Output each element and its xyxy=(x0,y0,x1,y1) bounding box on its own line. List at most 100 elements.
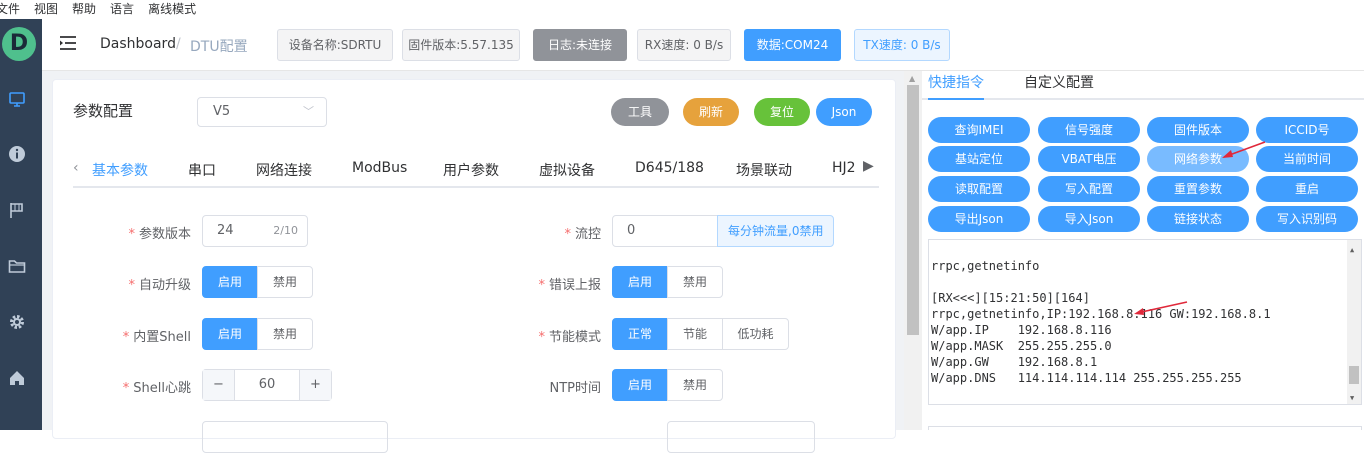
cmd-query-imei[interactable]: 查询IMEI xyxy=(928,117,1030,143)
tools-button[interactable]: 工具 xyxy=(611,98,669,126)
right-panel: 快捷指令 自定义配置 查询IMEI 信号强度 固件版本 ICCID号 基站定位 … xyxy=(922,71,1364,430)
reset-button[interactable]: 复位 xyxy=(754,98,810,126)
tab-serial[interactable]: 串口 xyxy=(188,160,216,180)
home-icon[interactable] xyxy=(8,369,26,387)
scrollbar-thumb[interactable] xyxy=(907,85,919,335)
next-field-input[interactable] xyxy=(202,421,388,453)
tab-basic-params[interactable]: 基本参数 xyxy=(92,160,148,180)
char-count: 2/10 xyxy=(273,224,298,237)
builtin-shell-toggle: 启用 禁用 xyxy=(202,318,313,350)
device-name-badge[interactable]: 设备名称:SDRTU xyxy=(277,29,393,61)
cmd-vbat[interactable]: VBAT电压 xyxy=(1038,146,1140,172)
console-scrollbar[interactable]: ▲ ▼ xyxy=(1347,240,1361,404)
version-select[interactable]: V5 ﹀ xyxy=(197,97,327,127)
console-scroll-thumb[interactable] xyxy=(1349,366,1359,384)
power-mode-toggle: 正常 节能 低功耗 xyxy=(612,318,789,350)
console-line: W/app.IP 192.168.8.116 xyxy=(931,323,1112,337)
ntp-time-enable[interactable]: 启用 xyxy=(612,369,668,401)
menu-language[interactable]: 语言 xyxy=(110,0,134,19)
flow-control-input[interactable]: 0 xyxy=(612,215,718,247)
tab-quick-commands[interactable]: 快捷指令 xyxy=(928,72,984,92)
cmd-network-params[interactable]: 网络参数 xyxy=(1147,146,1249,172)
console-line: [RX<<<][15:21:50][164] xyxy=(931,291,1090,305)
folder-icon[interactable] xyxy=(8,257,26,275)
tab-network[interactable]: 网络连接 xyxy=(256,160,312,180)
auto-upgrade-toggle: 启用 禁用 xyxy=(202,266,313,298)
error-report-enable[interactable]: 启用 xyxy=(612,266,668,298)
menu-bar: 文件 视图 帮助 语言 离线模式 xyxy=(0,0,1364,19)
tab-scene-link[interactable]: 场景联动 xyxy=(736,160,792,180)
auto-upgrade-disable[interactable]: 禁用 xyxy=(257,266,313,298)
tab-custom-config[interactable]: 自定义配置 xyxy=(1024,72,1094,92)
menu-offline-mode[interactable]: 离线模式 xyxy=(148,0,196,19)
scroll-up-icon[interactable]: ▲ xyxy=(909,74,915,83)
cmd-read-config[interactable]: 读取配置 xyxy=(928,176,1030,202)
cmd-write-id[interactable]: 写入识别码 xyxy=(1256,206,1358,232)
tab-user-params[interactable]: 用户参数 xyxy=(443,160,499,180)
main-panel: 参数配置 V5 ﹀ 工具 刷新 复位 Json ‹ 基本参数 串口 网络连接 M… xyxy=(42,71,904,453)
tab-d645[interactable]: D645/188 xyxy=(635,160,704,176)
tab-virtual-device[interactable]: 虚拟设备 xyxy=(539,160,595,180)
cmd-signal-strength[interactable]: 信号强度 xyxy=(1038,117,1140,143)
param-version-input[interactable]: 24 2/10 xyxy=(202,215,308,247)
next-field-input-2[interactable] xyxy=(667,421,815,453)
chevron-left-icon[interactable]: ‹ xyxy=(73,160,79,176)
cmd-reset-params[interactable]: 重置参数 xyxy=(1147,176,1249,202)
console-output[interactable]: rrpc,getnetinfo [RX<<<][15:21:50][164] rrp… xyxy=(928,239,1362,405)
cmd-link-status[interactable]: 链接状态 xyxy=(1147,206,1249,232)
next-input-box[interactable] xyxy=(928,426,1362,430)
firmware-version-badge[interactable]: 固件版本:5.57.135 xyxy=(402,29,520,61)
console-line: W/app.DNS 114.114.114.114 255.255.255.25… xyxy=(931,371,1242,385)
stepper-plus-button[interactable]: + xyxy=(299,370,331,400)
cmd-cell-location[interactable]: 基站定位 xyxy=(928,146,1030,172)
hamburger-icon[interactable] xyxy=(60,36,76,50)
chevron-down-icon: ﹀ xyxy=(303,105,314,118)
param-version-label: * 参数版本 xyxy=(128,227,191,242)
shell-heartbeat-stepper: − 60 + xyxy=(202,369,332,401)
ntp-time-disable[interactable]: 禁用 xyxy=(667,369,723,401)
refresh-button[interactable]: 刷新 xyxy=(683,98,739,126)
console-line: rrpc,getnetinfo,IP:192.168.8.116 GW:192.… xyxy=(931,307,1271,321)
builtin-shell-disable[interactable]: 禁用 xyxy=(257,318,313,350)
auto-upgrade-enable[interactable]: 启用 xyxy=(202,266,258,298)
builtin-shell-enable[interactable]: 启用 xyxy=(202,318,258,350)
tabs-divider xyxy=(922,98,1364,100)
chevron-right-icon[interactable]: ▶ xyxy=(863,158,874,174)
monitor-icon[interactable] xyxy=(8,90,26,108)
param-tabs: ‹ 基本参数 串口 网络连接 ModBus 用户参数 虚拟设备 D645/188… xyxy=(73,146,879,188)
info-icon[interactable] xyxy=(8,145,26,163)
cmd-restart[interactable]: 重启 xyxy=(1256,176,1358,202)
cmd-current-time[interactable]: 当前时间 xyxy=(1256,146,1358,172)
param-config-title: 参数配置 xyxy=(73,102,134,120)
cmd-import-json[interactable]: 导入Json xyxy=(1038,206,1140,232)
shell-heartbeat-value[interactable]: 60 xyxy=(235,370,299,400)
rx-speed-badge: RX速度: 0 B/s xyxy=(637,29,731,61)
power-mode-save[interactable]: 节能 xyxy=(667,318,723,350)
error-report-disable[interactable]: 禁用 xyxy=(667,266,723,298)
menu-help[interactable]: 帮助 xyxy=(72,0,96,19)
ntp-time-label: NTP时间 xyxy=(549,381,601,396)
power-mode-low[interactable]: 低功耗 xyxy=(722,318,789,350)
flag-icon[interactable] xyxy=(8,201,26,219)
gear-icon[interactable] xyxy=(8,313,26,331)
menu-view[interactable]: 视图 xyxy=(34,0,58,19)
power-mode-normal[interactable]: 正常 xyxy=(612,318,668,350)
log-status-button[interactable]: 日志:未连接 xyxy=(533,29,627,61)
cmd-export-json[interactable]: 导出Json xyxy=(928,206,1030,232)
flow-control-label: * 流控 xyxy=(564,227,601,242)
tab-modbus[interactable]: ModBus xyxy=(352,160,407,176)
json-button[interactable]: Json xyxy=(816,98,872,126)
cmd-iccid[interactable]: ICCID号 xyxy=(1256,117,1358,143)
cmd-write-config[interactable]: 写入配置 xyxy=(1038,176,1140,202)
version-select-value: V5 xyxy=(213,104,231,119)
data-port-button[interactable]: 数据:COM24 xyxy=(744,29,841,61)
stepper-minus-button[interactable]: − xyxy=(203,370,235,400)
scroll-down-icon[interactable]: ▼ xyxy=(1350,390,1354,404)
cmd-firmware-version[interactable]: 固件版本 xyxy=(1147,117,1249,143)
console-line: W/app.GW 192.168.8.1 xyxy=(931,355,1098,369)
scroll-up-icon[interactable]: ▲ xyxy=(1350,242,1354,258)
menu-file[interactable]: 文件 xyxy=(0,0,20,19)
breadcrumb-home[interactable]: Dashboard xyxy=(100,36,176,52)
main-scrollbar[interactable]: ▲ xyxy=(904,71,922,430)
tab-hj2[interactable]: HJ2 xyxy=(832,160,856,176)
